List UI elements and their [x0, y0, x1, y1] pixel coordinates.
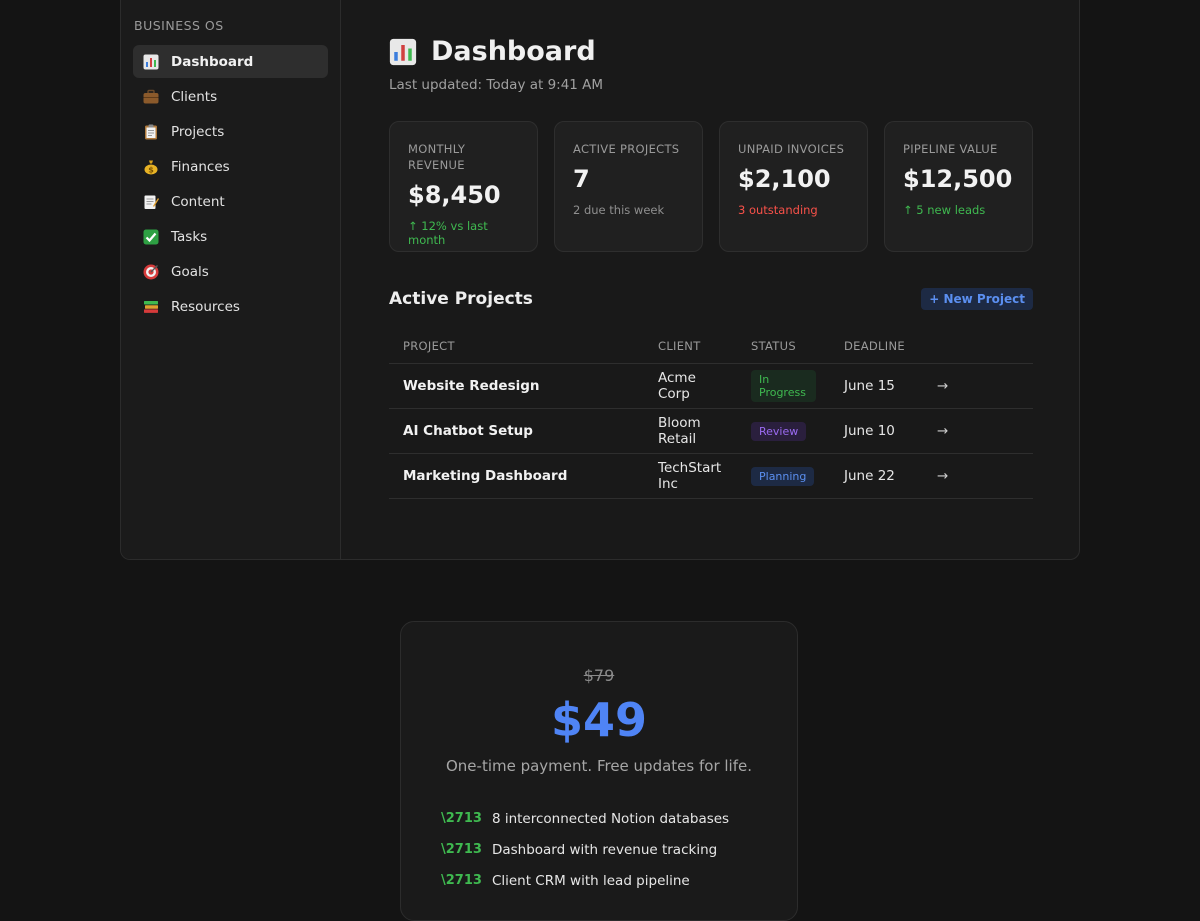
table-row[interactable]: Website Redesign Acme Corp In Progress J…: [389, 363, 1033, 409]
feature-text: 8 interconnected Notion databases: [491, 810, 730, 827]
sidebar-item-clients[interactable]: Clients: [133, 80, 328, 113]
stats-row: MONTHLY REVENUE $8,450 ↑ 12% vs last mon…: [389, 121, 1033, 252]
stat-card-active-projects: ACTIVE PROJECTS 7 2 due this week: [554, 121, 703, 252]
target-icon: [143, 264, 159, 280]
check-box-icon: [143, 229, 159, 245]
old-price: $79: [583, 666, 615, 685]
table-header-row: PROJECT CLIENT STATUS DEADLINE: [389, 329, 1033, 364]
stat-label: UNPAID INVOICES: [738, 142, 845, 156]
last-updated-text: Last updated: Today at 9:41 AM: [389, 77, 604, 93]
sidebar-item-label: Clients: [171, 88, 218, 105]
app-window: BUSINESS OS Dashboard Clients Projects $…: [120, 0, 1080, 560]
sidebar-item-goals[interactable]: Goals: [133, 255, 328, 288]
client-name: Acme Corp: [644, 363, 737, 409]
list-item: \2713 8 interconnected Notion databases: [441, 803, 797, 834]
stat-value: $8,450: [408, 181, 501, 209]
sidebar-item-label: Dashboard: [171, 53, 254, 70]
payment-note: One-time payment. Free updates for life.: [445, 757, 752, 775]
check-glyph: \2713: [441, 811, 482, 826]
list-item: \2713 Dashboard with revenue tracking: [441, 834, 797, 865]
stat-value: $12,500: [903, 165, 1013, 193]
deadline: June 22: [830, 453, 923, 499]
status-cell: Planning: [737, 453, 830, 499]
status-badge: In Progress: [751, 370, 816, 402]
column-header-status: STATUS: [737, 329, 830, 364]
status-badge: Review: [751, 421, 807, 441]
status-cell: In Progress: [737, 363, 830, 409]
stat-note: ↑ 12% vs last month: [408, 219, 488, 247]
list-item: \2713 Client CRM with lead pipeline: [441, 865, 797, 896]
sidebar-item-tasks[interactable]: Tasks: [133, 220, 328, 253]
stat-label: ACTIVE PROJECTS: [573, 142, 680, 156]
project-name: Website Redesign: [389, 363, 644, 409]
svg-text:$: $: [148, 165, 154, 174]
table-row[interactable]: AI Chatbot Setup Bloom Retail Review Jun…: [389, 408, 1033, 454]
feature-text: Dashboard with revenue tracking: [491, 841, 718, 858]
stat-card-unpaid-invoices: UNPAID INVOICES $2,100 3 outstanding: [719, 121, 868, 252]
sidebar-item-resources[interactable]: Resources: [133, 290, 328, 323]
sidebar-item-finances[interactable]: $ Finances: [133, 150, 328, 183]
books-icon: [143, 299, 159, 315]
column-header-deadline: DEADLINE: [830, 329, 923, 364]
memo-icon: [143, 194, 159, 210]
money-bag-icon: $: [143, 159, 159, 175]
sidebar-item-label: Goals: [171, 263, 209, 280]
stat-card-monthly-revenue: MONTHLY REVENUE $8,450 ↑ 12% vs last mon…: [389, 121, 538, 252]
stat-card-pipeline-value: PIPELINE VALUE $12,500 ↑ 5 new leads: [884, 121, 1033, 252]
open-arrow-icon[interactable]: →: [923, 408, 1033, 454]
deadline: June 10: [830, 408, 923, 454]
project-name: AI Chatbot Setup: [389, 408, 644, 454]
sidebar-item-content[interactable]: Content: [133, 185, 328, 218]
check-glyph: \2713: [441, 842, 482, 857]
brand-label: BUSINESS OS: [134, 18, 224, 33]
bar-chart-icon: [143, 54, 159, 70]
stat-value: 7: [573, 165, 590, 193]
project-name: Marketing Dashboard: [389, 453, 644, 499]
column-header-action: [923, 329, 1033, 364]
stat-label: PIPELINE VALUE: [903, 142, 998, 156]
client-name: Bloom Retail: [644, 408, 737, 454]
check-glyph: \2713: [441, 873, 482, 888]
open-arrow-icon[interactable]: →: [923, 363, 1033, 409]
sidebar-item-dashboard[interactable]: Dashboard: [133, 45, 328, 78]
sidebar: BUSINESS OS Dashboard Clients Projects $…: [121, 0, 341, 559]
current-price: $49: [550, 693, 648, 747]
bar-chart-icon: [389, 38, 417, 66]
stat-note: ↑ 5 new leads: [903, 203, 986, 217]
new-project-button[interactable]: + New Project: [921, 288, 1033, 310]
stat-label: MONTHLY REVENUE: [408, 142, 466, 172]
column-header-client: CLIENT: [644, 329, 737, 364]
stat-note: 3 outstanding: [738, 203, 818, 217]
column-header-project: PROJECT: [389, 329, 644, 364]
sidebar-item-label: Resources: [171, 298, 240, 315]
table-row[interactable]: Marketing Dashboard TechStart Inc Planni…: [389, 453, 1033, 499]
client-name: TechStart Inc: [644, 453, 737, 499]
sidebar-item-label: Projects: [171, 123, 225, 140]
page-title: Dashboard: [431, 36, 596, 67]
feature-list: \2713 8 interconnected Notion databases …: [441, 803, 797, 896]
feature-text: Client CRM with lead pipeline: [491, 872, 690, 889]
sidebar-item-label: Finances: [171, 158, 230, 175]
page-header: Dashboard: [389, 36, 1033, 67]
stat-note: 2 due this week: [573, 203, 665, 217]
main-content: Dashboard Last updated: Today at 9:41 AM…: [341, 0, 1079, 559]
status-cell: Review: [737, 408, 830, 454]
sidebar-item-label: Tasks: [171, 228, 208, 245]
projects-table: PROJECT CLIENT STATUS DEADLINE Website R…: [389, 329, 1033, 499]
open-arrow-icon[interactable]: →: [923, 453, 1033, 499]
status-badge: Planning: [751, 466, 815, 486]
section-title: Active Projects: [389, 289, 533, 309]
projects-section-header: Active Projects + New Project: [389, 288, 1033, 310]
stat-value: $2,100: [738, 165, 831, 193]
deadline: June 15: [830, 363, 923, 409]
pricing-card: $79 $49 One-time payment. Free updates f…: [400, 621, 798, 921]
sidebar-item-label: Content: [171, 193, 225, 210]
briefcase-icon: [143, 89, 159, 105]
sidebar-item-projects[interactable]: Projects: [133, 115, 328, 148]
clipboard-icon: [143, 124, 159, 140]
